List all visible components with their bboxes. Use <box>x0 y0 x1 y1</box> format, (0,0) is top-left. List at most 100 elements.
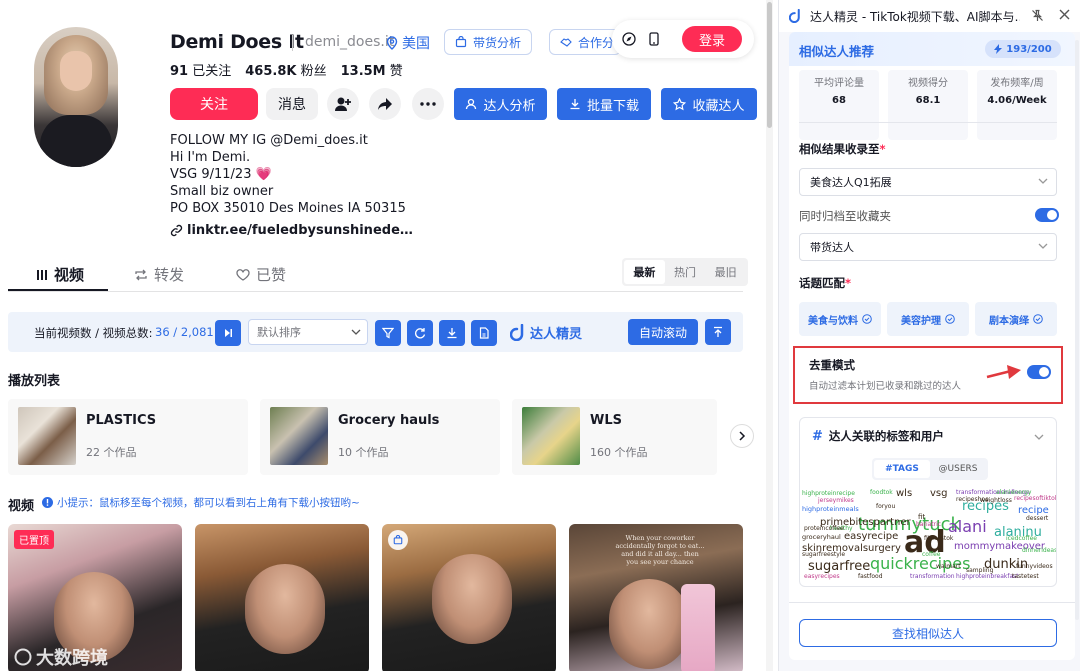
sort-oldest[interactable]: 最旧 <box>705 260 746 284</box>
tab-tags[interactable]: #TAGS <box>874 460 930 478</box>
archive-select[interactable]: 带货达人 <box>799 233 1057 261</box>
tags-header[interactable]: # 达人关联的标签和用户 <box>812 428 944 444</box>
watermark-logo-icon <box>14 648 32 666</box>
more-dots-icon <box>420 102 436 106</box>
playlist-count: 22 个作品 <box>86 446 137 459</box>
video-overlay-text: When your coworker accidentally forgot t… <box>615 534 705 566</box>
bio-line: Small biz owner <box>170 184 274 199</box>
creator-analysis-button[interactable]: 达人分析 <box>454 88 547 120</box>
dedup-title: 去重模式 <box>809 358 855 372</box>
followers-stat[interactable]: 465.8K 粉丝 <box>245 60 326 79</box>
grid-icon <box>37 269 47 280</box>
shop-badge <box>388 530 408 550</box>
avatar[interactable] <box>34 27 118 167</box>
playlist-card[interactable]: Grocery hauls 10 个作品 <box>260 399 500 475</box>
find-similar-button[interactable]: 查找相似达人 <box>799 619 1057 647</box>
login-button[interactable]: 登录 <box>682 26 742 52</box>
tab-reposts-label: 转发 <box>154 266 185 284</box>
compass-icon[interactable] <box>622 32 636 46</box>
page-scrollbar-thumb[interactable] <box>767 2 772 128</box>
refresh-icon <box>415 328 426 339</box>
brand-logo-icon <box>510 324 524 341</box>
video-thumbnail[interactable]: 已置顶 大数跨境 <box>8 524 182 671</box>
close-icon[interactable] <box>1059 9 1070 20</box>
required-mark: * <box>845 276 852 290</box>
following-stat[interactable]: 91 已关注 <box>170 60 231 79</box>
archive-toggle[interactable] <box>1035 208 1059 222</box>
playlist-next-button[interactable] <box>730 424 754 448</box>
word-cloud-term: dinnerideas <box>1022 547 1056 554</box>
page-scrollbar[interactable] <box>766 0 773 671</box>
tab-users[interactable]: @USERS <box>930 460 986 478</box>
share-button[interactable] <box>369 88 401 120</box>
link-icon <box>170 224 183 237</box>
word-cloud-term: fit <box>918 513 926 521</box>
phone-icon[interactable] <box>648 32 660 46</box>
collect-select[interactable]: 美食达人Q1拓展 <box>799 168 1057 196</box>
word-cloud-term: icedcoffee <box>1006 535 1037 542</box>
tab-videos[interactable]: 视频 <box>36 264 84 285</box>
cooperation-button[interactable]: 合作分 <box>549 29 621 55</box>
check-circle-icon <box>945 314 955 324</box>
word-cloud-term: weightloss <box>980 497 1012 504</box>
video-count-value: 36 / 2,081 <box>155 325 214 339</box>
favorite-creator-button[interactable]: 收藏达人 <box>661 88 757 120</box>
word-cloud-term: wls <box>896 488 913 499</box>
download-button[interactable] <box>439 320 465 346</box>
play-next-button[interactable] <box>215 320 241 346</box>
sort-select[interactable]: 默认排序 <box>248 319 368 345</box>
playlist-thumbnail <box>18 407 76 465</box>
metric-card: 视频得分 68.1 <box>888 70 968 140</box>
collect-select-value: 美食达人Q1拓展 <box>810 176 892 189</box>
topic-chip[interactable]: 美容护理 <box>887 302 969 336</box>
export-button[interactable] <box>471 320 497 346</box>
creator-analysis-label: 达人分析 <box>483 98 536 114</box>
video-thumbnail[interactable] <box>195 524 369 671</box>
brand-name: 达人精灵 <box>530 327 583 342</box>
topic-chip[interactable]: 剧本演绎 <box>975 302 1057 336</box>
refresh-button[interactable] <box>407 320 433 346</box>
more-button[interactable] <box>412 88 444 120</box>
sales-analysis-button[interactable]: 带货分析 <box>444 29 532 55</box>
watermark: 大数跨境 <box>14 644 108 670</box>
chevron-down-icon <box>1038 178 1048 184</box>
video-thumbnail[interactable]: When your coworker accidentally forgot t… <box>569 524 743 671</box>
collect-label-text: 相似结果收录至 <box>799 142 880 156</box>
add-friend-button[interactable] <box>327 88 359 120</box>
sort-latest[interactable]: 最新 <box>624 260 665 284</box>
chevron-up-icon[interactable] <box>1034 433 1044 441</box>
drink-can <box>681 584 715 671</box>
filter-button[interactable] <box>375 320 401 346</box>
word-cloud-term: foryou <box>876 503 896 510</box>
word-cloud-term: sugarfree <box>808 559 871 574</box>
playlist-card[interactable]: WLS 160 个作品 <box>512 399 717 475</box>
metric-card: 平均评论量 68 <box>799 70 879 140</box>
topic-label: 话题匹配* <box>799 275 851 291</box>
panel-scrollbar[interactable] <box>1075 40 1079 620</box>
auto-scroll-button[interactable]: 自动滚动 <box>628 319 698 345</box>
dedup-description: 自动过滤本计划已收录和跳过的达人 <box>809 381 962 392</box>
skip-icon <box>225 329 232 337</box>
scroll-top-button[interactable] <box>705 319 731 345</box>
unpin-icon[interactable] <box>1031 9 1044 22</box>
sort-popular[interactable]: 热门 <box>665 260 706 284</box>
video-thumbnail[interactable] <box>382 524 556 671</box>
tab-reposts[interactable]: 转发 <box>134 264 184 285</box>
tab-liked[interactable]: 已赞 <box>236 264 286 285</box>
likes-count: 13.5M <box>340 64 386 79</box>
video-count-label: 当前视频数 / 视频总数: <box>34 326 153 340</box>
brand-logo: 达人精灵 <box>510 323 582 342</box>
batch-download-button[interactable]: 批量下载 <box>557 88 651 120</box>
follow-button[interactable]: 关注 <box>170 88 258 120</box>
dedup-toggle[interactable] <box>1027 365 1051 379</box>
panel-header: 达人精灵 - TikTok视频下载、AI脚本与… <box>779 0 1080 32</box>
playlist-thumbnail <box>522 407 580 465</box>
bio-line: VSG 9/11/23 💗 <box>170 167 272 182</box>
playlist-card[interactable]: PLASTICS 22 个作品 <box>8 399 248 475</box>
check-circle-icon <box>862 314 872 324</box>
favorite-creator-label: 收藏达人 <box>692 98 745 114</box>
topic-chip[interactable]: 美食与饮料 <box>799 302 881 336</box>
profile-link[interactable]: linktr.ee/fueledbysunshinede… <box>170 223 413 238</box>
playlist-count: 160 个作品 <box>590 446 648 459</box>
message-button[interactable]: 消息 <box>266 88 318 120</box>
